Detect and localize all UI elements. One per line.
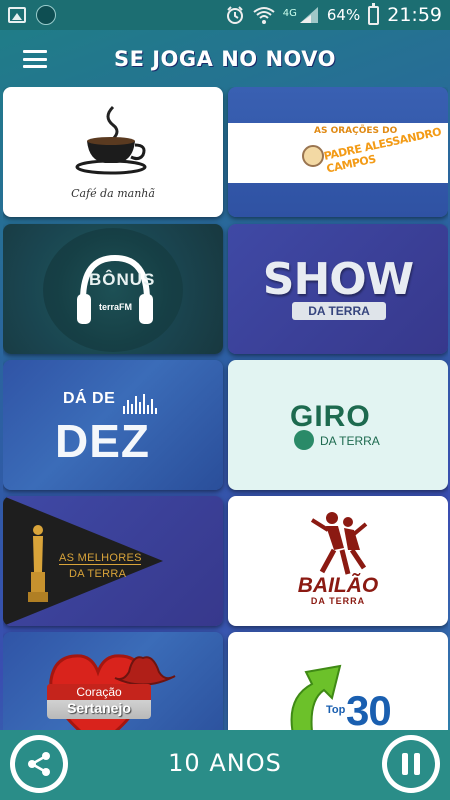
program-tile-giro[interactable]: GIRO DA TERRA bbox=[228, 360, 448, 490]
program-logo-subtext: DA TERRA bbox=[292, 302, 386, 320]
program-logo-text-top: Top bbox=[326, 704, 346, 716]
program-logo-text: GIRO bbox=[290, 400, 371, 433]
program-logo-text: Sertanejo bbox=[67, 700, 131, 716]
alarm-icon bbox=[226, 6, 243, 24]
globe-icon bbox=[294, 430, 314, 450]
program-tile-oracoes[interactable]: AS ORAÇÕES DO PADRE ALESSANDRO CAMPOS bbox=[228, 87, 448, 217]
signal-icon bbox=[299, 7, 318, 23]
program-tile-cafe[interactable]: Café da manhã bbox=[3, 87, 223, 217]
network-type: 4G bbox=[282, 8, 297, 19]
app-header: SE JOGA NO NOVO bbox=[0, 30, 450, 88]
program-logo-text: BÔNUS bbox=[89, 270, 156, 289]
logo-divider bbox=[59, 564, 141, 565]
program-logo-subtext: DA TERRA bbox=[310, 596, 366, 606]
equalizer-bars-icon bbox=[123, 392, 157, 414]
coffee-cup-icon bbox=[75, 105, 147, 175]
player-bar: 10 ANOS bbox=[0, 730, 450, 800]
program-tile-coracao[interactable]: Coração Sertanejo bbox=[3, 632, 223, 730]
program-tile-top30[interactable]: Top 30 bbox=[228, 632, 448, 730]
pause-icon bbox=[402, 753, 420, 775]
guitar-icon bbox=[302, 145, 324, 167]
program-tile-bonus[interactable]: BÔNUS terraFM bbox=[3, 224, 223, 354]
trophy-icon bbox=[28, 525, 48, 602]
program-logo-text-top: Coração bbox=[47, 684, 151, 700]
program-tile-show[interactable]: SHOW DA TERRA bbox=[228, 224, 448, 354]
battery-percent: 64% bbox=[326, 6, 361, 24]
headphones-icon bbox=[77, 254, 153, 324]
pause-button[interactable] bbox=[382, 735, 440, 793]
program-logo-text: 30 bbox=[346, 687, 392, 730]
page-title: SE JOGA NO NOVO bbox=[113, 47, 337, 71]
clock: 21:59 bbox=[387, 4, 442, 26]
program-logo-subtext: DA TERRA bbox=[69, 568, 127, 580]
status-bar: 4G 64% 21:59 bbox=[0, 0, 450, 30]
battery-icon bbox=[368, 2, 380, 25]
program-logo-subtext: DA TERRA bbox=[320, 434, 380, 448]
wifi-icon bbox=[253, 7, 275, 24]
program-tile-da-de-dez[interactable]: DÁ DE DEZ bbox=[3, 360, 223, 490]
app-notification-icon bbox=[36, 5, 56, 25]
program-logo-text: Café da manhã bbox=[71, 187, 155, 200]
program-logo-text-top: AS ORAÇÕES DO bbox=[314, 126, 398, 136]
dancing-couple-icon bbox=[310, 512, 368, 575]
program-tile-bailao[interactable]: BAILÃO DA TERRA bbox=[228, 496, 448, 626]
program-logo-text: DEZ bbox=[55, 415, 150, 467]
program-logo-subtext: terraFM bbox=[99, 302, 133, 312]
logo-band: AS ORAÇÕES DO PADRE ALESSANDRO CAMPOS bbox=[228, 123, 448, 183]
program-grid: Café da manhã AS ORAÇÕES DO PADRE ALESSA… bbox=[3, 87, 448, 730]
program-logo-text: SHOW bbox=[262, 254, 414, 305]
program-tile-melhores[interactable]: AS MELHORES DA TERRA bbox=[3, 496, 223, 626]
gallery-notification-icon bbox=[8, 7, 26, 23]
program-logo-text: BAILÃO bbox=[297, 574, 379, 597]
program-logo-text-top: DÁ DE bbox=[63, 390, 116, 407]
